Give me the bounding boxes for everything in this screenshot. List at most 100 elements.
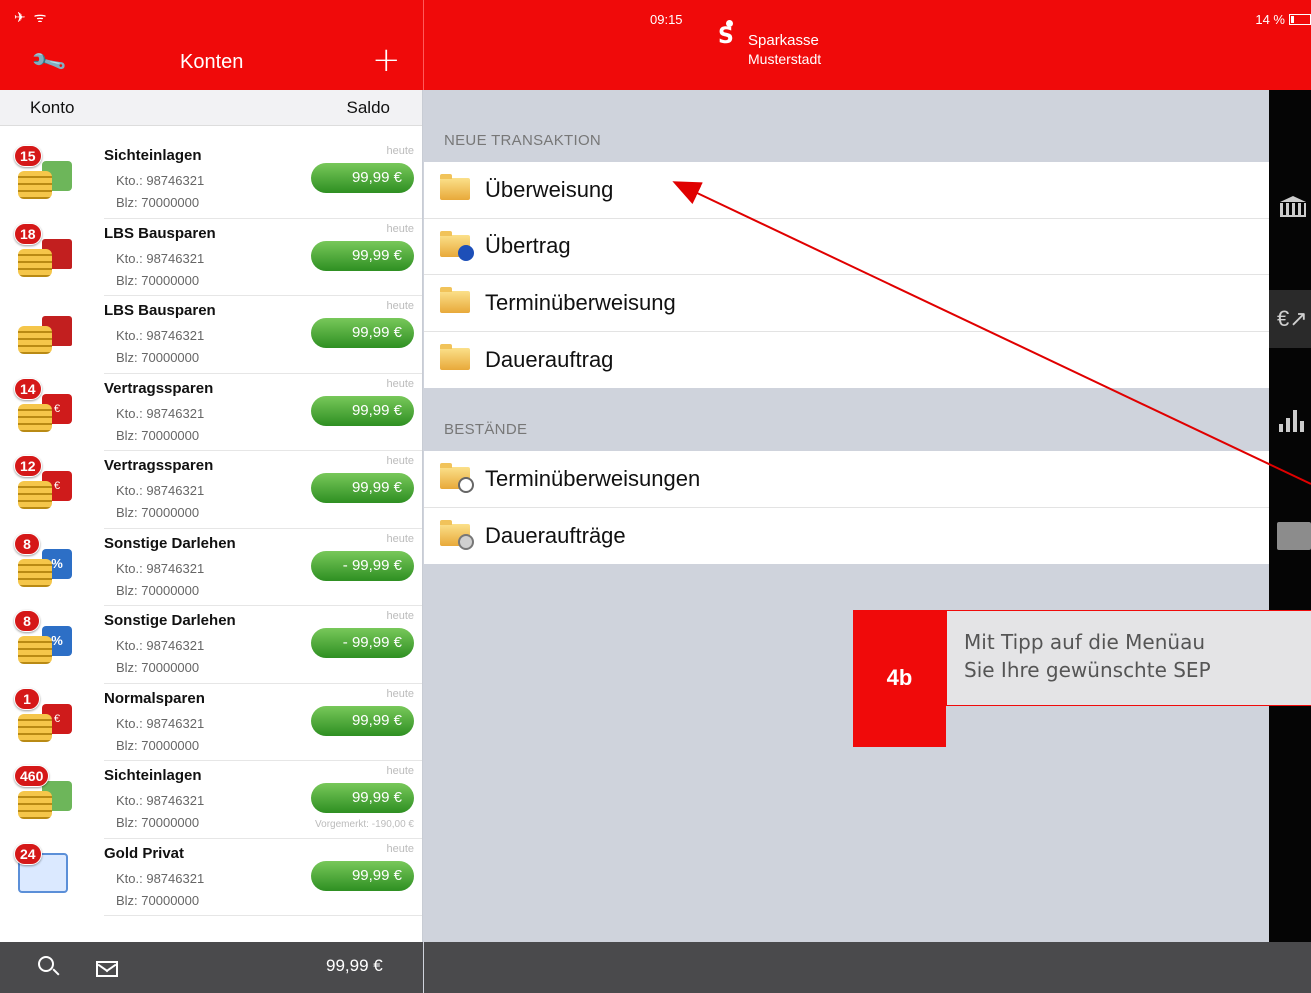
menu-item[interactable]: Überweisung: [424, 162, 1269, 219]
account-row[interactable]: LBS Bausparen Kto.: 98746321 Blz: 70000000…: [18, 296, 422, 374]
account-row[interactable]: 24 Gold Privat Kto.: 98746321 Blz: 70000000…: [14, 839, 422, 916]
account-name: Sonstige Darlehen: [104, 612, 236, 629]
callout-text: Mit Tipp auf die Menüau Sie Ihre gewünsc…: [946, 610, 1311, 706]
top-bar: ✈ ᯤ 09:15 14 % S Sparkasse Musterstadt 🔧…: [0, 0, 1311, 90]
balance-date: heute: [386, 145, 414, 157]
balance-pill: 99,99 €: [311, 860, 414, 891]
account-row[interactable]: 15 Sichteinlagen Kto.: 98746321 Blz: 700000…: [14, 141, 422, 219]
account-badge: 24: [14, 842, 42, 865]
menu-item[interactable]: Terminüberweisungen: [424, 451, 1269, 508]
scheduled-transfers-clock-icon: [440, 463, 474, 493]
account-name: Sichteinlagen: [104, 767, 202, 784]
bank-code: Blz: 70000000: [116, 272, 200, 288]
savings-contract-icon: €12: [14, 455, 78, 509]
search-icon[interactable]: [38, 956, 54, 972]
menu-item-label: Übertrag: [485, 233, 571, 259]
account-badge: 1: [14, 687, 40, 710]
account-badge: 14: [14, 377, 42, 400]
menu-item[interactable]: Übertrag: [424, 219, 1269, 275]
menu-item-label: Terminüberweisung: [485, 289, 676, 315]
section-bestaende: BESTÄNDE: [444, 421, 528, 438]
account-number: Kto.: 98746321: [116, 870, 205, 886]
house-icon: [18, 304, 78, 354]
transfer-folder-icon: [440, 174, 470, 200]
account-badge: 8: [14, 532, 40, 555]
scheduled-transfer-folder-icon: [440, 287, 470, 313]
mail-icon[interactable]: [96, 961, 118, 977]
pending-note: Vorgemerkt: -190,00 €: [315, 819, 414, 830]
add-account-button[interactable]: +: [372, 40, 401, 80]
account-badge: 12: [14, 455, 42, 477]
brand-city: Musterstadt: [748, 51, 822, 67]
chart-bars-icon[interactable]: [1279, 408, 1309, 432]
balance-date: heute: [386, 765, 414, 777]
battery-percent: 14 %: [1255, 12, 1285, 27]
bank-icon[interactable]: [1278, 196, 1308, 217]
column-konto: Konto: [30, 97, 75, 117]
callout-line-2: Sie Ihre gewünschte SEP: [964, 658, 1211, 682]
account-number: Kto.: 98746321: [116, 328, 205, 343]
account-row[interactable]: 460 Sichteinlagen Kto.: 98746321 Blz: 70000…: [14, 761, 422, 839]
battery-indicator: 14 %: [1255, 12, 1311, 27]
account-number: Kto.: 98746321: [116, 405, 205, 421]
account-number: Kto.: 98746321: [116, 483, 205, 498]
stock-menu: Terminüberweisungen Daueraufträge: [424, 451, 1269, 564]
total-balance: 99,99 €: [326, 956, 383, 975]
column-saldo: Saldo: [346, 97, 390, 117]
page-title: Konten: [180, 51, 244, 73]
account-row[interactable]: 18 LBS Bausparen Kto.: 98746321 Blz: 700000…: [14, 219, 422, 296]
account-number: Kto.: 98746321: [116, 715, 205, 731]
section-neue-transaktion: NEUE TRANSAKTION: [444, 132, 602, 149]
account-row[interactable]: % 8 Sonstige Darlehen Kto.: 98746321 Blz: 70…: [14, 529, 422, 606]
menu-item-label: Daueraufträge: [485, 522, 626, 548]
card-icon: 24: [14, 842, 78, 897]
euro-transfer-icon: €↗: [1277, 306, 1308, 331]
loan-percent-icon: % 8: [14, 532, 78, 587]
brand-name: Sparkasse: [748, 32, 819, 49]
balance-pill: 99,99 €: [311, 240, 414, 271]
folder-icon[interactable]: [1277, 522, 1311, 550]
account-name: Normalsparen: [104, 689, 205, 707]
menu-item[interactable]: Terminüberweisung: [424, 275, 1269, 332]
balance-pill: 99,99 €: [311, 783, 414, 813]
cash-icon: 460: [14, 765, 78, 819]
balance-date: heute: [386, 222, 414, 235]
menu-item[interactable]: Dauerauftrag: [424, 332, 1269, 389]
balance-pill: - 99,99 €: [311, 628, 414, 658]
bank-code: Blz: 70000000: [116, 892, 200, 908]
new-transaction-menu: Überweisung Übertrag Terminüberweisung Daue…: [424, 162, 1269, 388]
bank-code: Blz: 70000000: [116, 427, 200, 443]
settings-wrench-icon[interactable]: 🔧: [29, 42, 69, 82]
account-number: Kto.: 98746321: [116, 793, 205, 808]
account-number: Kto.: 98746321: [116, 560, 205, 576]
bank-code: Blz: 70000000: [116, 195, 200, 210]
account-name: LBS Bausparen: [104, 224, 216, 242]
balance-date: heute: [386, 687, 414, 700]
menu-item[interactable]: Daueraufträge: [424, 508, 1269, 565]
menu-item-label: Überweisung: [485, 176, 614, 202]
transactions-panel: NEUE TRANSAKTION Überweisung Übertrag Term…: [424, 90, 1269, 942]
account-row[interactable]: % 8 Sonstige Darlehen Kto.: 98746321 Blz: 70…: [14, 606, 422, 684]
menu-item-label: Dauerauftrag: [485, 346, 614, 372]
accounts-list: 15 Sichteinlagen Kto.: 98746321 Blz: 700000…: [0, 126, 422, 916]
callout-line-1: Mit Tipp auf die Menüau: [964, 630, 1206, 654]
account-name: Sonstige Darlehen: [104, 534, 236, 552]
cash-icon: 15: [14, 145, 78, 199]
right-nav-strip: €↗: [1269, 90, 1311, 942]
accounts-panel: Konto Saldo 15 Sichteinlagen Kto.: 9874632…: [0, 90, 423, 942]
accounts-column-header: Konto Saldo: [0, 90, 422, 126]
balance-date: heute: [386, 377, 414, 390]
account-row[interactable]: €1 Normalsparen Kto.: 98746321 Blz: 7000000…: [14, 684, 422, 761]
standing-order-folder-icon: [440, 343, 470, 370]
house-icon: 18: [14, 222, 78, 277]
account-badge: 460: [14, 765, 50, 787]
balance-date: heute: [386, 610, 414, 622]
account-row[interactable]: €12 Vertragssparen Kto.: 98746321 Blz: 7000…: [14, 451, 422, 529]
account-number: Kto.: 98746321: [116, 638, 205, 653]
savings-contract-icon: €14: [14, 377, 78, 432]
loan-percent-icon: % 8: [14, 610, 78, 664]
strip-selected-item[interactable]: €↗: [1269, 290, 1311, 348]
account-row[interactable]: €14 Vertragssparen Kto.: 98746321 Blz: 7000…: [14, 374, 422, 451]
bank-code: Blz: 70000000: [116, 582, 200, 598]
app-root: ✈ ᯤ 09:15 14 % S Sparkasse Musterstadt 🔧…: [0, 0, 1311, 993]
